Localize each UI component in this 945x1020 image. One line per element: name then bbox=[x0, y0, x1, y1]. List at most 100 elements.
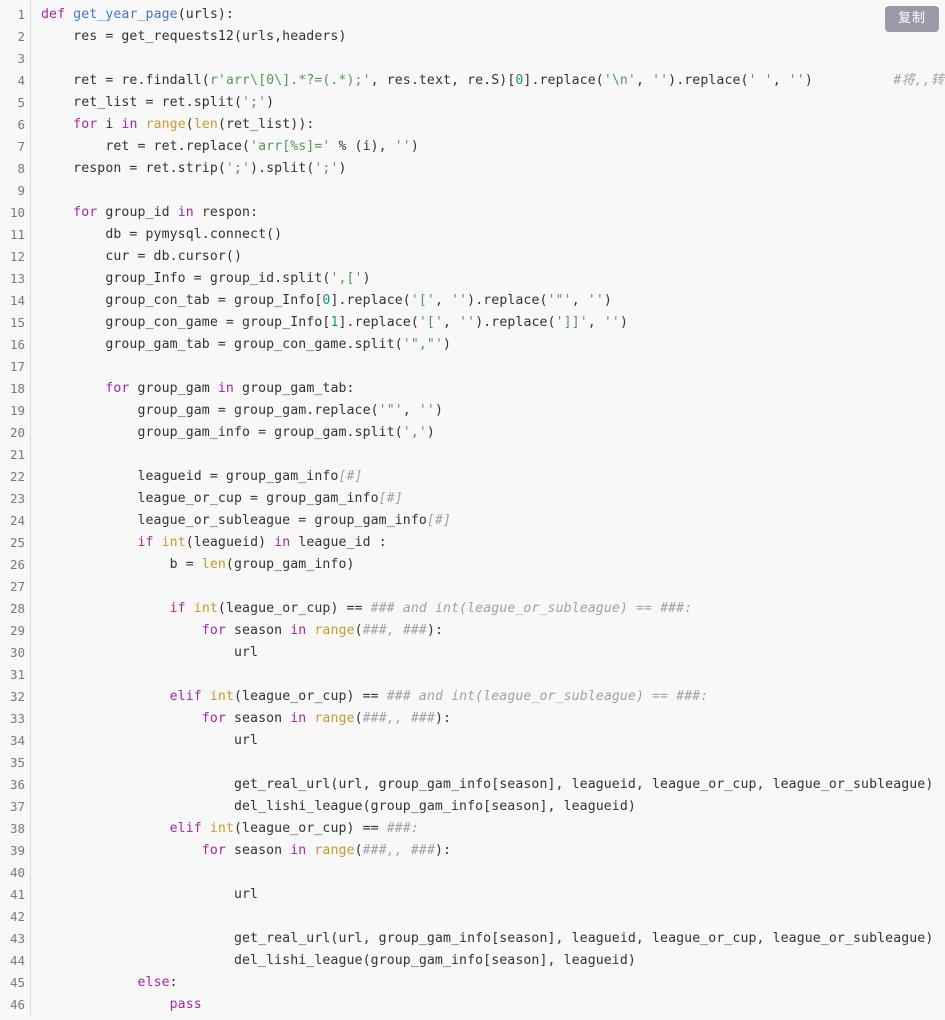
code-token-bi: int bbox=[209, 821, 234, 836]
code-token-txt: ) bbox=[804, 73, 813, 88]
code-token-txt: : bbox=[169, 975, 178, 990]
code-token-txt: b = bbox=[41, 557, 202, 572]
code-token-txt: season bbox=[225, 623, 291, 638]
code-token-kw: if bbox=[137, 535, 154, 550]
code-token-kw: elif bbox=[169, 689, 202, 704]
copy-code-button[interactable]: 复制 bbox=[884, 6, 939, 32]
code-token-cmt: #将,,转为'', bbox=[893, 73, 945, 88]
code-token-txt: ret_list = ret.split( bbox=[41, 95, 242, 110]
code-token-kw: for bbox=[201, 711, 226, 726]
code-token-txt: (urls): bbox=[177, 7, 234, 22]
code-token-kw: else bbox=[137, 975, 170, 990]
code-token-txt: get_real_url(url, group_gam_info[season]… bbox=[41, 931, 934, 946]
code-token-str: ';' bbox=[242, 95, 267, 110]
code-token-txt: ( bbox=[354, 843, 363, 858]
code-line: cur = db.cursor() bbox=[41, 246, 945, 268]
line-number: 38 bbox=[9, 821, 25, 836]
code-token-str: '[' bbox=[418, 315, 444, 330]
code-token-txt: group_id bbox=[97, 205, 178, 220]
code-line: group_con_game = group_Info[1].replace('… bbox=[41, 312, 945, 334]
line-number: 33 bbox=[9, 711, 25, 726]
code-token-txt: (league_or_cup) == bbox=[233, 689, 387, 704]
line-number: 43 bbox=[9, 931, 25, 946]
line-number: 7 bbox=[17, 139, 25, 154]
line-number: 26 bbox=[9, 557, 25, 572]
code-token-bi: len bbox=[201, 557, 226, 572]
line-number: 22 bbox=[9, 469, 25, 484]
code-token-txt: (ret_list)): bbox=[217, 117, 315, 132]
code-line: for season in range(###, ###): bbox=[41, 620, 945, 642]
line-number: 12 bbox=[9, 249, 25, 264]
line-number: 23 bbox=[9, 491, 25, 506]
code-line: url bbox=[41, 730, 945, 752]
code-token-txt: del_lishi_league(group_gam_info[season],… bbox=[41, 953, 636, 968]
line-number: 31 bbox=[9, 667, 25, 682]
code-line: elif int(league_or_cup) == ###: bbox=[41, 818, 945, 840]
line-number: 11 bbox=[9, 227, 25, 242]
code-line: group_gam = group_gam.replace('"', '') bbox=[41, 400, 945, 422]
line-number: 14 bbox=[9, 293, 25, 308]
code-token-txt: group_gam_tab = group_con_game.split( bbox=[41, 337, 403, 352]
code-token-txt: season bbox=[225, 711, 291, 726]
code-line: get_real_url(url, group_gam_info[season]… bbox=[41, 928, 945, 950]
code-token-str: '' bbox=[603, 315, 620, 330]
code-token-txt: url bbox=[41, 645, 259, 660]
code-token-bi: range bbox=[314, 711, 355, 726]
code-token-str: '' bbox=[788, 73, 805, 88]
code-token-txt: ) bbox=[434, 403, 444, 418]
code-block: 复制 1 2 3 4 5 6 7 8 9 10 11 12 13 14 15 16 17 18 19 20 21 22 23… bbox=[0, 0, 945, 1020]
code-token-txt: ].replace( bbox=[338, 315, 419, 330]
code-token-kw: in bbox=[290, 843, 307, 858]
code-content[interactable]: def get_year_page(urls): res = get_reque… bbox=[31, 0, 945, 1016]
line-number: 44 bbox=[9, 953, 25, 968]
code-token-txt: group_Info = group_id.split( bbox=[41, 271, 331, 286]
line-number: 17 bbox=[9, 359, 25, 374]
line-number: 1 bbox=[17, 7, 25, 22]
code-token-cmt: ### and int(league_or_subleague) == ###: bbox=[386, 689, 709, 704]
code-token-txt: get_real_url(url, group_gam_info[season]… bbox=[41, 777, 934, 792]
code-token-bi: range bbox=[145, 117, 186, 132]
line-number: 35 bbox=[9, 755, 25, 770]
code-token-txt: cur = db.cursor() bbox=[41, 249, 242, 264]
code-token-kw: pass bbox=[169, 997, 202, 1012]
code-token-str: ';' bbox=[314, 161, 339, 176]
code-token-str: r'arr\[0\].*?=(.*);' bbox=[209, 73, 371, 88]
code-token-str: '"' bbox=[378, 403, 403, 418]
code-token-txt: url bbox=[41, 887, 259, 902]
code-token-str: 'arr[%s]=' bbox=[250, 139, 331, 154]
code-token-txt: group_gam bbox=[129, 381, 218, 396]
code-line: respon = ret.strip(';').split(';') bbox=[41, 158, 945, 180]
code-token-txt: url bbox=[41, 733, 259, 748]
code-token-txt: ): bbox=[435, 711, 452, 726]
code-line: ret_list = ret.split(';') bbox=[41, 92, 945, 114]
code-token-kw: for bbox=[105, 381, 130, 396]
code-token-txt: respon: bbox=[193, 205, 259, 220]
code-token-cmt: [#] bbox=[378, 491, 403, 506]
line-number: 42 bbox=[9, 909, 25, 924]
code-line: url bbox=[41, 642, 945, 664]
code-line: elif int(league_or_cup) == ### and int(l… bbox=[41, 686, 945, 708]
code-token-str: '\n' bbox=[603, 73, 636, 88]
code-token-txt: , bbox=[772, 73, 789, 88]
code-token-txt: ( bbox=[354, 623, 363, 638]
code-line: del_lishi_league(group_gam_info[season],… bbox=[41, 796, 945, 818]
line-number: 27 bbox=[9, 579, 25, 594]
code-token-txt: del_lishi_league(group_gam_info[season],… bbox=[41, 799, 636, 814]
code-token-txt: group_con_game = group_Info[ bbox=[41, 315, 331, 330]
code-token-str: ']]' bbox=[555, 315, 588, 330]
line-number: 40 bbox=[9, 865, 25, 880]
code-token-txt: ).replace( bbox=[475, 315, 556, 330]
line-number: 9 bbox=[17, 183, 25, 198]
code-token-txt: db = pymysql.connect() bbox=[41, 227, 283, 242]
code-token-cmt: ###: bbox=[386, 821, 419, 836]
